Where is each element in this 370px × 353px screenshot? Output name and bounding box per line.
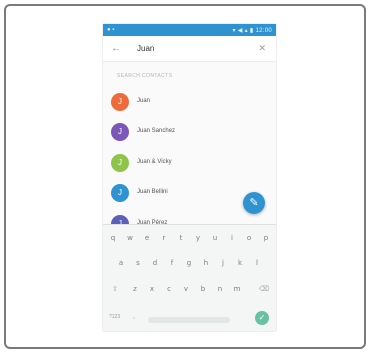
key-y[interactable]: y bbox=[191, 230, 205, 246]
key-f[interactable]: f bbox=[165, 255, 179, 271]
key-a[interactable]: a bbox=[114, 255, 128, 271]
key-v[interactable]: v bbox=[179, 281, 193, 297]
key-b[interactable]: b bbox=[196, 281, 210, 297]
enter-check-icon[interactable]: ✓ bbox=[255, 311, 269, 325]
contact-row[interactable]: J Juan bbox=[103, 91, 276, 117]
keyboard-row-2: a s d f g h j k l bbox=[103, 252, 276, 274]
key-l[interactable]: l bbox=[250, 255, 264, 271]
back-arrow-icon[interactable]: ← bbox=[111, 43, 121, 54]
key-z[interactable]: z bbox=[128, 281, 142, 297]
contact-name: Juan Bellini bbox=[137, 189, 168, 195]
key-u[interactable]: u bbox=[208, 230, 222, 246]
shift-icon[interactable]: ⇧ bbox=[108, 281, 122, 297]
section-header: SEARCH CONTACTS bbox=[117, 73, 173, 79]
contact-name: Juan & Vicky bbox=[137, 159, 172, 165]
key-t[interactable]: t bbox=[174, 230, 188, 246]
key-m[interactable]: m bbox=[230, 281, 244, 297]
key-h[interactable]: h bbox=[199, 255, 213, 271]
key-q[interactable]: q bbox=[106, 230, 120, 246]
search-input[interactable]: Juan bbox=[137, 44, 154, 53]
key-s[interactable]: s bbox=[131, 255, 145, 271]
key-e[interactable]: e bbox=[140, 230, 154, 246]
key-k[interactable]: k bbox=[233, 255, 247, 271]
keyboard-row-1: q w e r t y u i o p bbox=[103, 227, 276, 249]
key-d[interactable]: d bbox=[148, 255, 162, 271]
search-toolbar: ← Juan ✕ bbox=[103, 36, 276, 62]
key-g[interactable]: g bbox=[182, 255, 196, 271]
contact-row[interactable]: J Juan & Vicky bbox=[103, 152, 276, 178]
key-w[interactable]: w bbox=[123, 230, 137, 246]
key-n[interactable]: n bbox=[213, 281, 227, 297]
contact-name: Juan bbox=[137, 98, 151, 104]
key-comma[interactable]: , bbox=[133, 313, 135, 320]
avatar: J bbox=[111, 184, 129, 202]
status-icons-left: ● ▪ bbox=[107, 27, 115, 33]
avatar: J bbox=[111, 123, 129, 141]
contact-name: Juan Sanchez bbox=[137, 128, 176, 134]
phone-screen: ● ▪ ▾ ◀ ▴ ▮ 12:00 ← Juan ✕ SEARCH CONTAC… bbox=[103, 24, 276, 331]
key-p[interactable]: p bbox=[259, 230, 273, 246]
key-j[interactable]: j bbox=[216, 255, 230, 271]
avatar: J bbox=[111, 93, 129, 111]
key-o[interactable]: o bbox=[242, 230, 256, 246]
avatar: J bbox=[111, 154, 129, 172]
key-x[interactable]: x bbox=[145, 281, 159, 297]
symbols-key[interactable]: ?123 bbox=[109, 314, 120, 320]
soft-keyboard: q w e r t y u i o p a s d f g h j k l ⇧ … bbox=[103, 224, 276, 331]
contact-row[interactable]: J Juan Sanchez bbox=[103, 121, 276, 147]
spacebar[interactable] bbox=[148, 317, 230, 323]
keyboard-row-3: ⇧ z x c v b n m ⌫ bbox=[103, 278, 276, 300]
key-r[interactable]: r bbox=[157, 230, 171, 246]
key-i[interactable]: i bbox=[225, 230, 239, 246]
compose-fab-icon[interactable]: ✎ bbox=[243, 192, 265, 214]
backspace-icon[interactable]: ⌫ bbox=[257, 281, 271, 297]
key-c[interactable]: c bbox=[162, 281, 176, 297]
keyboard-row-4: ?123 , ✓ bbox=[103, 305, 276, 331]
clear-search-icon[interactable]: ✕ bbox=[258, 43, 266, 54]
status-icons-right: ▾ ◀ ▴ ▮ 12:00 bbox=[232, 28, 272, 34]
status-bar: ● ▪ ▾ ◀ ▴ ▮ 12:00 bbox=[103, 24, 276, 36]
